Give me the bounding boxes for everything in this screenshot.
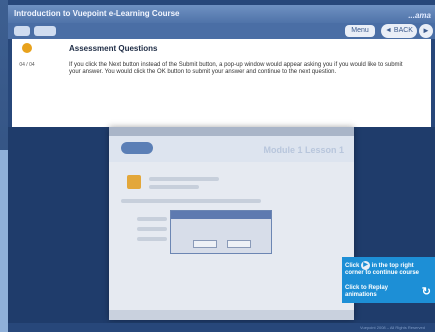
- embedded-screenshot: Module 1 Lesson 1: [109, 127, 354, 320]
- toolbar: Menu ◄ BACK ►: [8, 23, 435, 39]
- embedded-title: Module 1 Lesson 1: [263, 145, 344, 155]
- toolbar-tab-1[interactable]: [14, 26, 30, 36]
- embedded-logo: [121, 142, 153, 154]
- continue-tooltip: Click ▶ in the top right corner to conti…: [342, 257, 435, 303]
- replay-icon[interactable]: ↻: [422, 287, 431, 298]
- embedded-icon: [127, 175, 141, 189]
- footer: Vuepoint 2008 – All Rights Reserved: [8, 323, 435, 332]
- window-title: Introduction to Vuepoint e-Learning Cour…: [14, 9, 180, 18]
- embedded-line: [137, 217, 167, 221]
- tooltip-replay-text: Click to Replay animations: [345, 285, 389, 298]
- embedded-line: [121, 199, 261, 203]
- embedded-dialog: [170, 210, 272, 254]
- embedded-dialog-cancel: [227, 240, 251, 248]
- embedded-line: [149, 177, 219, 181]
- embedded-dialog-titlebar: [171, 211, 271, 219]
- embedded-line: [137, 227, 167, 231]
- tooltip-continue-text: Click ▶ in the top right corner to conti…: [345, 261, 433, 277]
- embedded-footer: [109, 310, 354, 320]
- embedded-header: Module 1 Lesson 1: [109, 136, 354, 162]
- instruction-text: If you click the Next button instead of …: [69, 62, 403, 75]
- embedded-line: [137, 237, 167, 241]
- tooltip-click-label: Click: [345, 263, 360, 270]
- next-button[interactable]: ►: [419, 24, 433, 38]
- content-panel: 04 / 04 Assessment Questions If you clic…: [12, 39, 431, 127]
- embedded-dialog-ok: [193, 240, 217, 248]
- badge-dot-icon: [22, 43, 32, 53]
- embedded-titlebar: [109, 127, 354, 136]
- badge-label: 04 / 04: [19, 62, 35, 68]
- toolbar-tab-2[interactable]: [34, 26, 56, 36]
- back-button[interactable]: ◄ BACK: [381, 24, 417, 38]
- copyright-text: Vuepoint 2008 – All Rights Reserved: [359, 325, 425, 330]
- page-title: Assessment Questions: [69, 44, 158, 53]
- title-bar: Introduction to Vuepoint e-Learning Cour…: [8, 5, 435, 23]
- play-icon: ▶: [361, 261, 371, 270]
- embedded-line: [149, 185, 199, 189]
- menu-button[interactable]: Menu: [345, 25, 375, 37]
- progress-badge: 04 / 04: [16, 43, 38, 71]
